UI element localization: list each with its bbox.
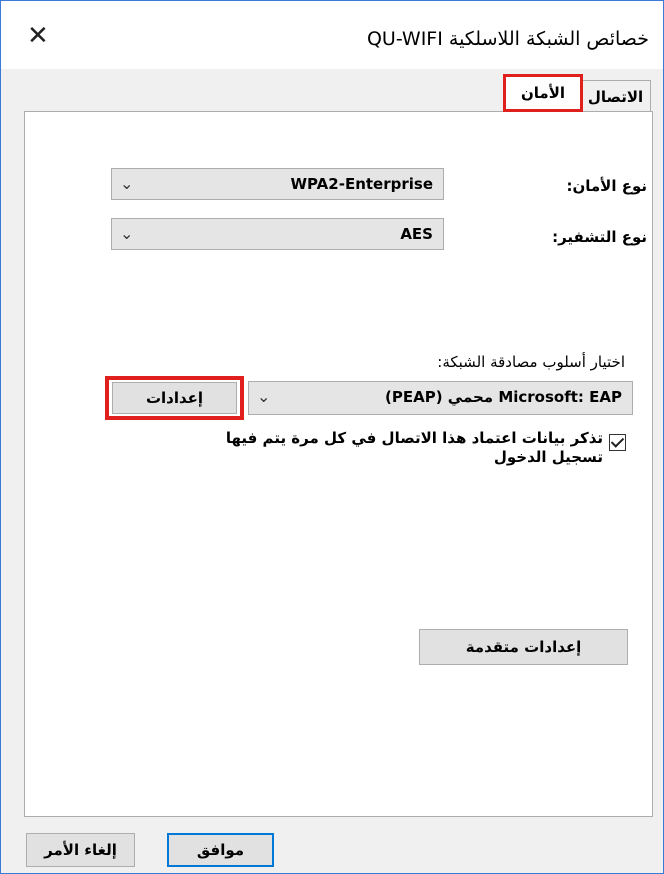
ok-button[interactable]: موافق — [167, 833, 274, 867]
auth-method-label: اختيار أسلوب مصادقة الشبكة: — [437, 353, 625, 371]
title-bar: ✕ خصائص الشبكة اللاسلكية QU-WIFI — [1, 1, 663, 69]
wireless-properties-window: ✕ خصائص الشبكة اللاسلكية QU-WIFI الاتصال… — [0, 0, 664, 874]
encryption-type-value: AES — [400, 225, 433, 243]
advanced-settings-button[interactable]: إعدادات متقدمة — [419, 629, 628, 665]
remember-credentials-checkbox[interactable] — [609, 434, 626, 451]
chevron-down-icon: ⌄ — [120, 224, 134, 243]
ok-button-label: موافق — [196, 841, 245, 859]
security-type-label: نوع الأمان: — [566, 177, 647, 195]
tab-security-label: الأمان — [520, 84, 566, 102]
remember-credentials-label: تذكر بيانات اعتماد هذا الاتصال في كل مرة… — [225, 429, 603, 466]
window-title: خصائص الشبكة اللاسلكية QU-WIFI — [366, 28, 649, 50]
cancel-button-label: إلغاء الأمر — [44, 841, 117, 859]
settings-button-label: إعدادات — [145, 389, 204, 407]
security-type-value: WPA2-Enterprise — [290, 175, 433, 193]
tab-connection[interactable]: الاتصال — [580, 80, 651, 112]
security-type-select[interactable]: ⌄ WPA2-Enterprise — [111, 168, 444, 200]
advanced-settings-label: إعدادات متقدمة — [465, 638, 582, 656]
settings-button[interactable]: إعدادات — [112, 382, 237, 414]
tab-security[interactable]: الأمان — [503, 74, 583, 112]
auth-method-select[interactable]: ⌄ Microsoft: EAP محمي (PEAP) — [248, 381, 633, 415]
tab-connection-label: الاتصال — [587, 87, 644, 106]
encryption-type-label: نوع التشفير: — [552, 228, 647, 246]
encryption-type-select[interactable]: ⌄ AES — [111, 218, 444, 250]
chevron-down-icon: ⌄ — [120, 174, 134, 193]
cancel-button[interactable]: إلغاء الأمر — [26, 833, 135, 867]
auth-method-value: Microsoft: EAP محمي (PEAP) — [384, 388, 622, 406]
chevron-down-icon: ⌄ — [257, 387, 271, 406]
close-icon[interactable]: ✕ — [27, 23, 49, 49]
